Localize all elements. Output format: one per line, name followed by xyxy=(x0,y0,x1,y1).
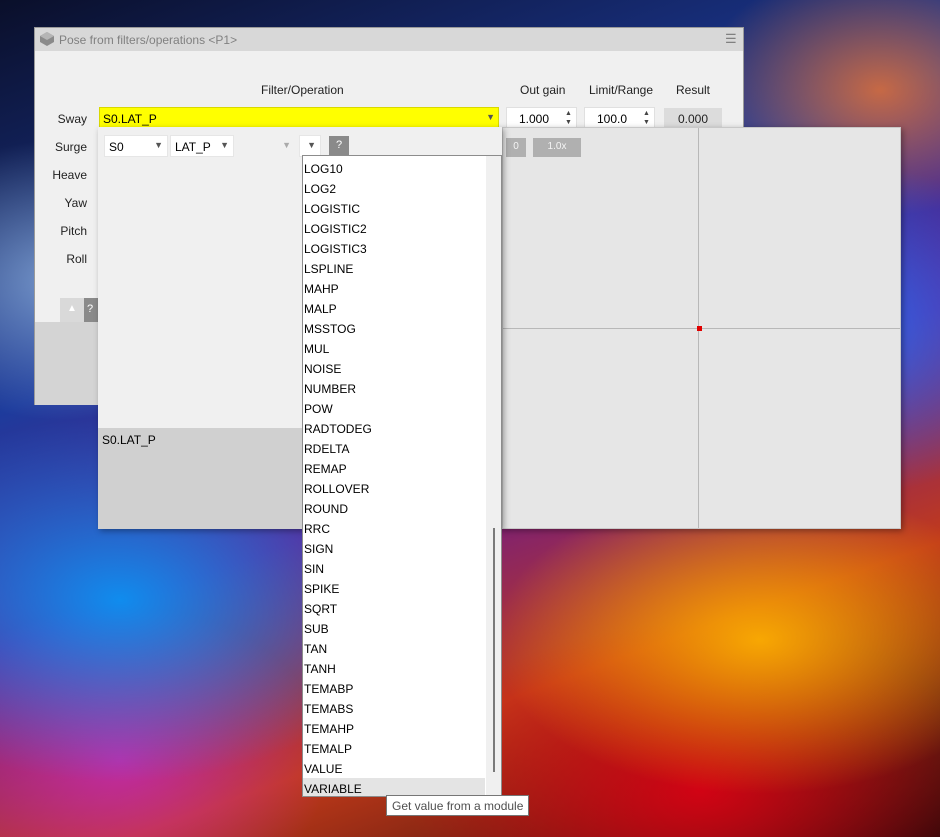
spinner-arrows-icon[interactable]: ▲ ▼ xyxy=(563,109,574,127)
app-icon xyxy=(40,32,54,46)
channel-combo[interactable]: LAT_P ▼ xyxy=(170,135,234,157)
dropdown-item[interactable]: NOISE xyxy=(303,358,485,378)
dropdown-item[interactable]: TEMAHP xyxy=(303,718,485,738)
zoom-button[interactable]: 1.0x xyxy=(533,138,581,157)
column-header-result: Result xyxy=(676,83,711,97)
scrollbar-thumb[interactable] xyxy=(493,528,495,772)
collapse-up-icon[interactable]: ▲ xyxy=(60,298,84,322)
dropdown-item[interactable]: TEMABS xyxy=(303,698,485,718)
dropdown-item[interactable]: REMAP xyxy=(303,458,485,478)
channel-combo-value: LAT_P xyxy=(175,140,211,154)
row-label-roll: Roll xyxy=(66,252,87,266)
dropdown-item[interactable]: MAHP xyxy=(303,278,485,298)
dropdown-item[interactable]: RDELTA xyxy=(303,438,485,458)
dropdown-item[interactable]: LSPLINE xyxy=(303,258,485,278)
title-bar[interactable]: Pose from filters/operations <P1> ☰ xyxy=(35,28,743,51)
row-label-surge: Surge xyxy=(54,140,87,154)
dropdown-item[interactable]: NUMBER xyxy=(303,378,485,398)
dropdown-item[interactable]: RADTODEG xyxy=(303,418,485,438)
dropdown-item[interactable]: ROUND xyxy=(303,498,485,518)
dropdown-item[interactable]: SIN xyxy=(303,558,485,578)
row-label-heave: Heave xyxy=(52,168,87,182)
dropdown-item[interactable]: TEMALP xyxy=(303,738,485,758)
bottom-panel xyxy=(35,322,99,405)
operation-dropdown-list[interactable]: LOG10 LOG2 LOGISTIC LOGISTIC2 LOGISTIC3 LSPLI… xyxy=(302,155,502,797)
tooltip: Get value from a module xyxy=(386,795,529,816)
source-combo[interactable]: S0 ▼ xyxy=(104,135,168,157)
out-gain-value: 1.000 xyxy=(518,112,550,126)
source-combo-value: S0 xyxy=(109,140,124,154)
dropdown-item[interactable]: SPIKE xyxy=(303,578,485,598)
left-help-button[interactable]: ? xyxy=(84,298,98,322)
dropdown-scrollbar[interactable] xyxy=(486,156,501,796)
column-header-filter: Filter/Operation xyxy=(261,83,344,97)
expression-preview-text: S0.LAT_P xyxy=(102,433,156,447)
row-label-sway: Sway xyxy=(57,112,87,126)
chevron-down-icon[interactable]: ▼ xyxy=(220,140,229,150)
dropdown-item[interactable]: POW xyxy=(303,398,485,418)
graph-position-marker xyxy=(697,326,702,331)
dropdown-item[interactable]: MUL xyxy=(303,338,485,358)
dropdown-item[interactable]: VALUE xyxy=(303,758,485,778)
chevron-down-icon[interactable]: ▼ xyxy=(307,140,316,150)
chevron-down-icon: ▼ xyxy=(282,140,291,150)
out-gain-spinner[interactable]: 1.000 ▲ ▼ xyxy=(506,107,577,129)
dropdown-item[interactable]: LOGISTIC3 xyxy=(303,238,485,258)
graph-panel: 0 1.0x xyxy=(502,127,901,529)
operation-combo[interactable]: ▼ xyxy=(299,135,321,157)
help-button[interactable]: ? xyxy=(329,136,349,156)
window-title: Pose from filters/operations <P1> xyxy=(59,33,238,47)
dropdown-item[interactable]: TAN xyxy=(303,638,485,658)
dropdown-item[interactable]: MALP xyxy=(303,298,485,318)
dropdown-item[interactable]: LOG10 xyxy=(303,158,485,178)
limit-value: 100.0 xyxy=(596,112,628,126)
dropdown-item[interactable]: RRC xyxy=(303,518,485,538)
row-label-pitch: Pitch xyxy=(60,224,87,238)
spinner-arrows-icon[interactable]: ▲ ▼ xyxy=(641,109,652,127)
dropdown-item[interactable]: SIGN xyxy=(303,538,485,558)
dropdown-item[interactable]: SQRT xyxy=(303,598,485,618)
sway-expression-value: S0.LAT_P xyxy=(103,112,157,126)
dropdown-item[interactable]: TANH xyxy=(303,658,485,678)
sway-expression-field[interactable]: S0.LAT_P ▼ xyxy=(99,107,499,129)
disabled-combo: ▼ xyxy=(238,135,296,157)
menu-icon[interactable]: ☰ xyxy=(725,31,737,47)
chevron-down-icon[interactable]: ▼ xyxy=(486,112,495,122)
dropdown-item[interactable]: SUB xyxy=(303,618,485,638)
column-header-limit: Limit/Range xyxy=(589,83,654,97)
chevron-down-icon[interactable]: ▼ xyxy=(154,140,163,150)
dropdown-item[interactable]: TEMABP xyxy=(303,678,485,698)
column-header-out-gain: Out gain xyxy=(520,83,566,97)
dropdown-item[interactable]: LOGISTIC2 xyxy=(303,218,485,238)
dropdown-item[interactable]: MSSTOG xyxy=(303,318,485,338)
sway-result: 0.000 xyxy=(664,108,722,129)
limit-spinner[interactable]: 100.0 ▲ ▼ xyxy=(584,107,655,129)
row-label-yaw: Yaw xyxy=(64,196,87,210)
zero-button[interactable]: 0 xyxy=(506,138,526,157)
dropdown-item[interactable]: ROLLOVER xyxy=(303,478,485,498)
dropdown-item[interactable]: LOG2 xyxy=(303,178,485,198)
dropdown-item[interactable]: LOGISTIC xyxy=(303,198,485,218)
